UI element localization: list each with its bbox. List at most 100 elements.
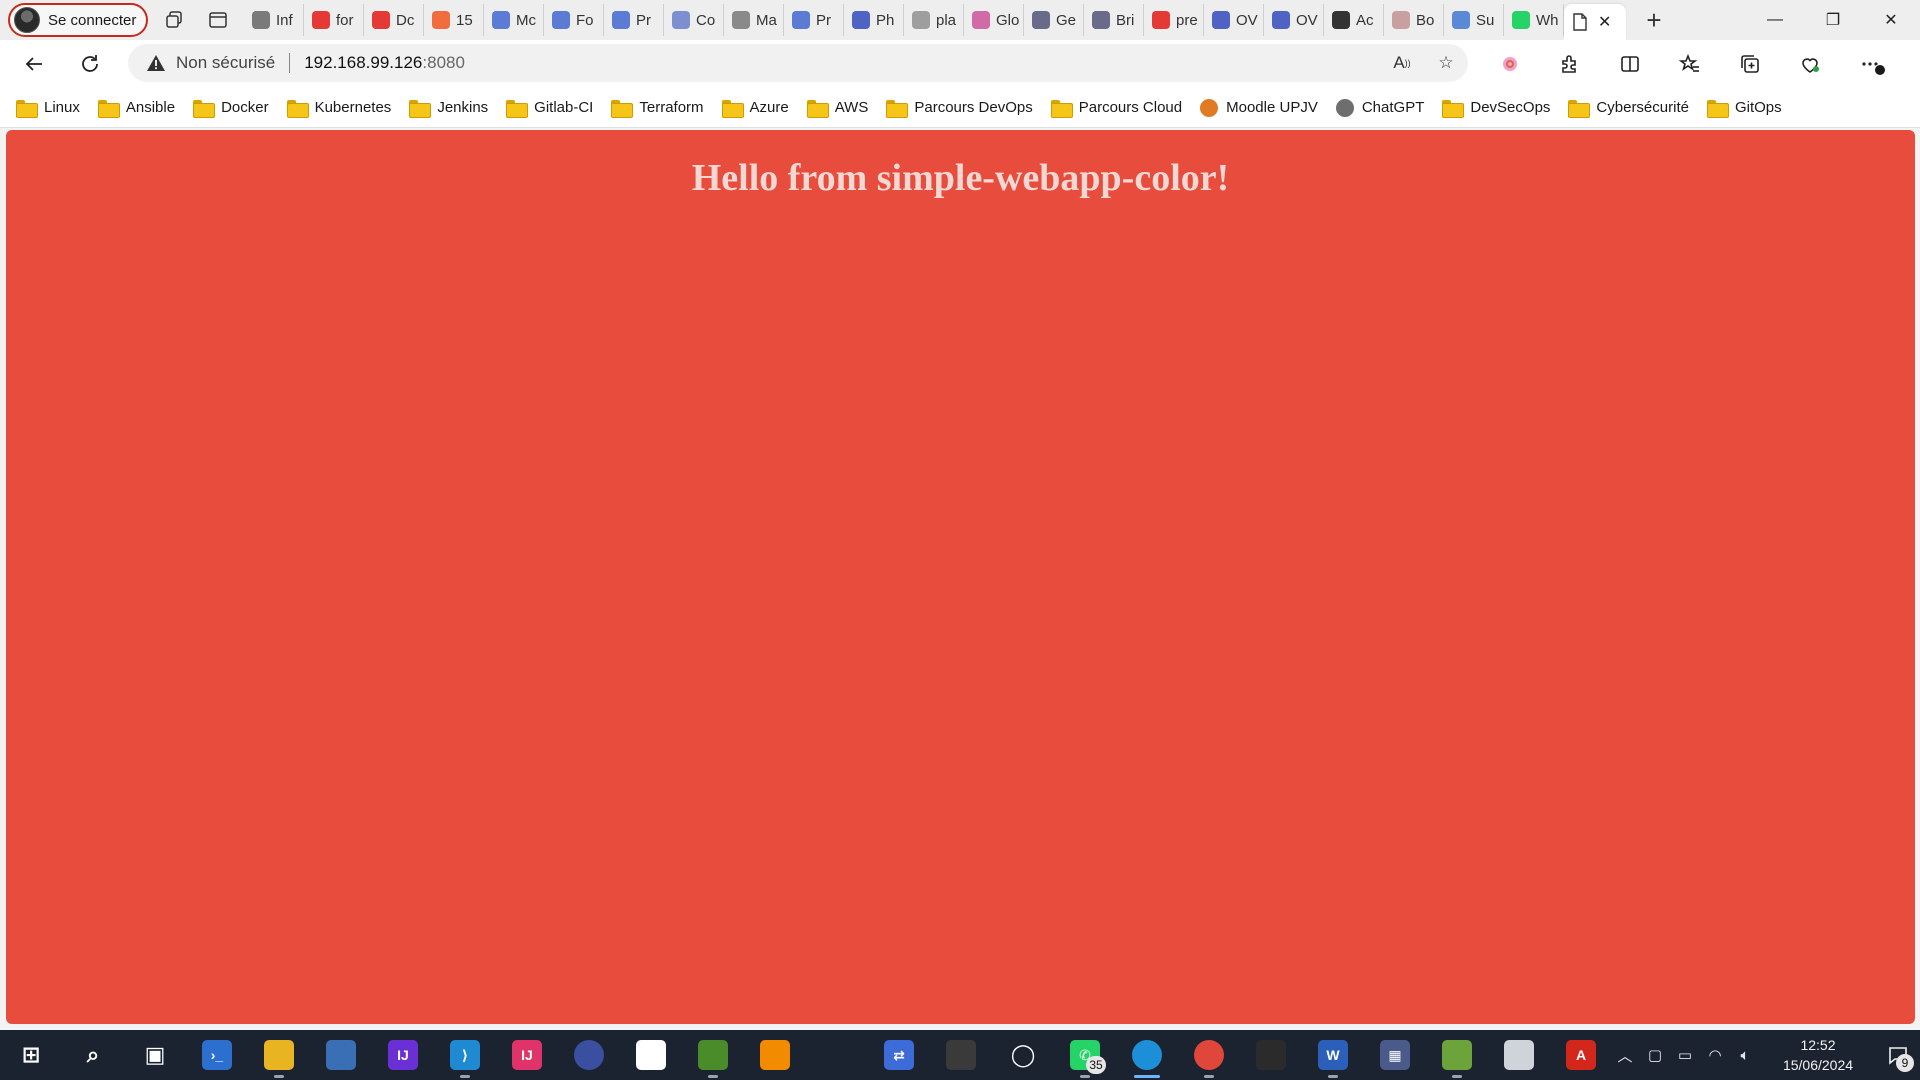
taskbar-remote-desktop-button[interactable]	[310, 1030, 372, 1080]
favorite-moodle-upjv[interactable]: Moodle UPJV	[1198, 93, 1328, 123]
minimize-icon[interactable]: —	[1746, 0, 1804, 40]
tab[interactable]: Bri	[1084, 4, 1144, 36]
tab[interactable]: Glo	[964, 4, 1024, 36]
taskbar-cortana-button[interactable]: ◯	[992, 1030, 1054, 1080]
restore-icon[interactable]: ❐	[1804, 0, 1862, 40]
taskbar-windows-start-button[interactable]: ⊞	[0, 1030, 62, 1080]
favorites-icon[interactable]	[1660, 44, 1720, 84]
tab[interactable]: pre	[1144, 4, 1204, 36]
favorite-ansible[interactable]: Ansible	[96, 93, 185, 123]
taskbar-intellij-button[interactable]: IJ	[496, 1030, 558, 1080]
extensions-puzzle-icon[interactable]	[1540, 44, 1600, 84]
tab[interactable]: Mc	[484, 4, 544, 36]
meet-now-icon[interactable]: ▢	[1640, 1030, 1670, 1080]
taskbar-chrome-button[interactable]	[1178, 1030, 1240, 1080]
split-screen-icon[interactable]	[1600, 44, 1660, 84]
taskbar-edge-button[interactable]	[1116, 1030, 1178, 1080]
taskbar-whatsapp-button[interactable]: ✆ 35	[1054, 1030, 1116, 1080]
taskbar-file-explorer-button[interactable]	[248, 1030, 310, 1080]
favorite-jenkins[interactable]: Jenkins	[407, 93, 498, 123]
notification-center-icon[interactable]: 9	[1876, 1030, 1920, 1080]
taskbar-vmware-button[interactable]	[744, 1030, 806, 1080]
taskbar-calculator-button[interactable]: ▦	[1364, 1030, 1426, 1080]
tab[interactable]: Wh	[1504, 4, 1564, 36]
taskbar-snipping-tool-button[interactable]	[930, 1030, 992, 1080]
taskbar-virtualbox-button[interactable]	[806, 1030, 868, 1080]
tab[interactable]: Co	[664, 4, 724, 36]
not-secure-label[interactable]: Non sécurisé	[176, 53, 275, 73]
tab[interactable]: Ac	[1324, 4, 1384, 36]
warning-icon[interactable]	[146, 53, 166, 73]
url-host[interactable]: 192.168.99.126	[304, 53, 422, 73]
taskbar-task-view-button[interactable]: ▣	[124, 1030, 186, 1080]
taskbar-notepadpp-button[interactable]	[1426, 1030, 1488, 1080]
battery-icon[interactable]: ▭	[1670, 1030, 1700, 1080]
taskbar-intellij-button[interactable]: IJ	[372, 1030, 434, 1080]
volume-icon[interactable]: 🔈︎	[1730, 1030, 1760, 1080]
taskbar-eclipse-button[interactable]	[558, 1030, 620, 1080]
tab[interactable]: Ge	[1024, 4, 1084, 36]
close-window-icon[interactable]: ✕	[1862, 0, 1920, 40]
tab[interactable]: OV	[1264, 4, 1324, 36]
taskbar-word-button[interactable]: W	[1302, 1030, 1364, 1080]
wifi-icon[interactable]: ◠	[1700, 1030, 1730, 1080]
favorite-docker[interactable]: Docker	[191, 93, 279, 123]
read-aloud-icon[interactable]: A))	[1388, 49, 1416, 77]
workspaces-icon[interactable]	[156, 2, 192, 38]
tab[interactable]: 15	[424, 4, 484, 36]
favorite-kubernetes[interactable]: Kubernetes	[285, 93, 402, 123]
favorite-cybers-curit-[interactable]: Cybersécurité	[1566, 93, 1699, 123]
chevron-up-icon[interactable]: ︿	[1610, 1030, 1640, 1080]
favorite-parcours-cloud[interactable]: Parcours Cloud	[1049, 93, 1192, 123]
tab[interactable]: Su	[1444, 4, 1504, 36]
taskbar-powershell-button[interactable]: ›_	[186, 1030, 248, 1080]
taskbar-mysql-workbench-button[interactable]	[682, 1030, 744, 1080]
tab-active[interactable]: ✕	[1564, 4, 1626, 40]
ovh-icon	[1272, 11, 1290, 29]
profile-button[interactable]: Se connecter	[8, 3, 148, 37]
favorite-aws[interactable]: AWS	[805, 93, 879, 123]
tab[interactable]: pla	[904, 4, 964, 36]
taskbar-vscode-button[interactable]: ⟩	[434, 1030, 496, 1080]
favorite-azure[interactable]: Azure	[720, 93, 799, 123]
tab[interactable]: Ph	[844, 4, 904, 36]
clock[interactable]: 12:52 15/06/2024	[1768, 1035, 1868, 1075]
copilot-icon[interactable]	[1900, 44, 1920, 84]
tab[interactable]: Bo	[1384, 4, 1444, 36]
browser-essentials-icon[interactable]	[1780, 44, 1840, 84]
favorite-gitops[interactable]: GitOps	[1705, 93, 1792, 123]
tab[interactable]: Dc	[364, 4, 424, 36]
tab[interactable]: Inf	[244, 4, 304, 36]
favorite-chatgpt[interactable]: ChatGPT	[1334, 93, 1435, 123]
favorite-parcours-devops[interactable]: Parcours DevOps	[884, 93, 1042, 123]
favorite-terraform[interactable]: Terraform	[609, 93, 713, 123]
favorite-star-icon[interactable]: ☆	[1432, 49, 1460, 77]
edge-icon	[1132, 1040, 1162, 1070]
favorite-linux[interactable]: Linux	[14, 93, 90, 123]
taskbar-slack-button[interactable]	[620, 1030, 682, 1080]
close-tab-icon[interactable]: ✕	[1598, 12, 1611, 32]
more-options-icon[interactable]	[1840, 44, 1900, 84]
collections-icon[interactable]	[1720, 44, 1780, 84]
favorite-devsecops[interactable]: DevSecOps	[1440, 93, 1560, 123]
url-port[interactable]: :8080	[422, 53, 465, 73]
favorite-label: Moodle UPJV	[1226, 99, 1318, 116]
vertical-tabs-icon[interactable]	[200, 2, 236, 38]
tab[interactable]: Fo	[544, 4, 604, 36]
new-tab-button[interactable]: +	[1636, 2, 1672, 38]
tab[interactable]: for	[304, 4, 364, 36]
tab[interactable]: OV	[1204, 4, 1264, 36]
taskbar-printer-button[interactable]	[1488, 1030, 1550, 1080]
refresh-icon[interactable]	[68, 44, 112, 84]
taskbar-app-button[interactable]	[1240, 1030, 1302, 1080]
back-icon[interactable]	[12, 44, 56, 84]
tab[interactable]: Pr	[784, 4, 844, 36]
taskbar-search-button[interactable]: ⌕	[62, 1030, 124, 1080]
tab[interactable]: Ma	[724, 4, 784, 36]
extension-icon[interactable]	[1480, 44, 1540, 84]
address-bar[interactable]: Non sécurisé 192.168.99.126 :8080 A)) ☆	[128, 44, 1468, 82]
tab[interactable]: Pr	[604, 4, 664, 36]
favorite-gitlab-ci[interactable]: Gitlab-CI	[504, 93, 603, 123]
taskbar-acrobat-button[interactable]: A	[1550, 1030, 1612, 1080]
taskbar-network-button[interactable]: ⇄	[868, 1030, 930, 1080]
